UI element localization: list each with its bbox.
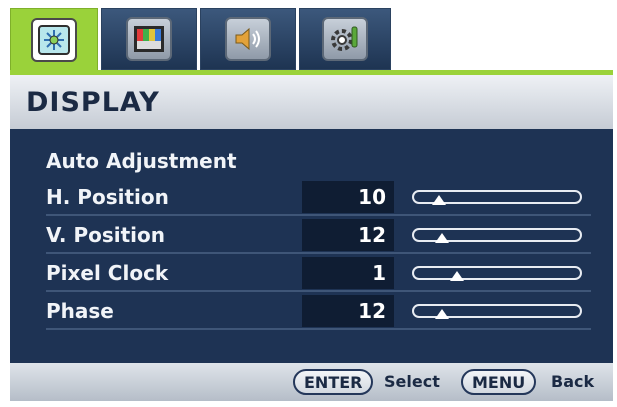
tab-audio[interactable]	[200, 8, 296, 70]
tab-display[interactable]	[10, 8, 98, 70]
v-position-label: V. Position	[46, 223, 166, 247]
enter-key-button[interactable]: ENTER	[293, 369, 374, 395]
menu-item-phase[interactable]: Phase 12	[46, 295, 591, 330]
h-position-value-box: 10	[302, 181, 394, 213]
menu-action-label: Back	[551, 372, 595, 391]
v-position-value: 12	[358, 223, 386, 247]
phase-label: Phase	[46, 299, 114, 323]
h-position-slider-thumb[interactable]	[432, 195, 446, 205]
system-gear-icon	[322, 17, 368, 61]
audio-speaker-icon	[225, 17, 271, 61]
pixel-clock-slider[interactable]	[412, 266, 582, 281]
row-divider	[46, 252, 591, 254]
tab-picture[interactable]	[101, 8, 197, 70]
phase-value: 12	[358, 299, 386, 323]
h-position-value: 10	[358, 185, 386, 209]
h-position-label: H. Position	[46, 185, 169, 209]
phase-slider[interactable]	[412, 304, 582, 319]
phase-slider-thumb[interactable]	[435, 309, 449, 319]
pixel-clock-value-box: 1	[302, 257, 394, 289]
menu-item-h-position[interactable]: H. Position 10	[46, 181, 591, 216]
picture-color-icon	[126, 17, 172, 61]
v-position-value-box: 12	[302, 219, 394, 251]
v-position-slider[interactable]	[412, 228, 582, 243]
pixel-clock-value: 1	[372, 261, 386, 285]
menu-item-auto-adjustment[interactable]: Auto Adjustment	[46, 145, 591, 177]
v-position-slider-thumb[interactable]	[435, 233, 449, 243]
enter-action-label: Select	[384, 372, 440, 391]
phase-value-box: 12	[302, 295, 394, 327]
menu-key-button[interactable]: MENU	[461, 369, 537, 395]
pixel-clock-label: Pixel Clock	[46, 261, 169, 285]
row-divider	[46, 214, 591, 216]
menu-header: DISPLAY	[10, 75, 613, 129]
page-title: DISPLAY	[26, 87, 160, 118]
h-position-slider[interactable]	[412, 190, 582, 205]
auto-adjustment-label: Auto Adjustment	[46, 149, 237, 173]
display-settings-icon	[31, 17, 77, 62]
tab-system[interactable]	[299, 8, 391, 70]
pixel-clock-slider-thumb[interactable]	[450, 271, 464, 281]
row-divider	[46, 290, 591, 292]
row-divider	[46, 328, 591, 330]
settings-panel: Auto Adjustment H. Position 10 V. Positi…	[10, 129, 613, 363]
menu-item-v-position[interactable]: V. Position 12	[46, 219, 591, 254]
menu-item-pixel-clock[interactable]: Pixel Clock 1	[46, 257, 591, 292]
menu-footer: ENTER Select MENU Back	[10, 363, 613, 401]
